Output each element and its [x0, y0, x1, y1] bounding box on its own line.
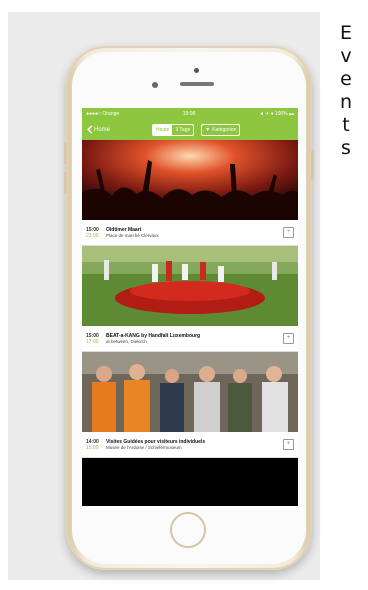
- earpiece-speaker: [180, 82, 214, 86]
- events-letter: e: [340, 68, 352, 90]
- events-letter: t: [342, 114, 350, 136]
- events-letter: s: [341, 137, 351, 159]
- add-to-calendar-icon[interactable]: +: [283, 227, 294, 238]
- event-end-time: 15:00: [86, 444, 99, 451]
- event-texts: Oldtimer Maart Place de marché Clervaux: [106, 227, 283, 239]
- event-row-1[interactable]: 15:00 23:00 Oldtimer Maart Place de marc…: [82, 220, 298, 246]
- volume-down-button: [64, 172, 67, 194]
- concert-crowd-image[interactable]: [82, 140, 298, 220]
- event-row-3[interactable]: 14:00 15:00 Visites Guidées pour visiteu…: [82, 432, 298, 458]
- event-times: 15:00 23:00: [86, 227, 106, 239]
- back-label: Home: [94, 126, 111, 133]
- phone-screen: ●●●●○ Orange 19:08 ◄ ✈ ♦ 100% ▬ Home Heu…: [82, 108, 298, 506]
- battery-text: ◄ ✈ ♦ 100% ▬: [258, 110, 294, 117]
- event-end-time: 23:00: [86, 232, 99, 239]
- volume-up-button: [64, 142, 67, 164]
- add-to-calendar-icon[interactable]: +: [283, 333, 294, 344]
- filter-button[interactable]: ▼ Kategorien: [201, 123, 241, 136]
- event-list: 15:00 23:00 Oldtimer Maart Place de marc…: [82, 140, 298, 458]
- status-time: 19:08: [182, 110, 196, 117]
- events-vertical-label: Events: [337, 22, 355, 160]
- carrier-text: ●●●●○ Orange: [86, 110, 120, 117]
- status-bar: ●●●●○ Orange 19:08 ◄ ✈ ♦ 100% ▬: [82, 108, 298, 119]
- segment-3days[interactable]: 3 Tage: [172, 125, 193, 135]
- chevron-left-icon: [87, 125, 93, 134]
- filter-icon: ▼: [205, 126, 211, 133]
- add-to-calendar-icon[interactable]: +: [283, 439, 294, 450]
- event-times: 14:00 15:00: [86, 439, 106, 451]
- power-button: [311, 150, 314, 180]
- event-place: at between, Diekirch: [106, 338, 147, 344]
- event-end-time: 17:00: [86, 338, 99, 345]
- events-letter: n: [339, 91, 353, 113]
- outdoor-performance-image[interactable]: [82, 246, 298, 326]
- segment-today[interactable]: Heute: [153, 124, 173, 135]
- event-texts: BEAT-a-KANG by Handfalt Luxembourg at be…: [106, 333, 283, 345]
- back-button[interactable]: Home: [86, 125, 148, 134]
- events-letter: E: [339, 22, 352, 44]
- nav-bar: Home Heute 3 Tage ▼ Kategorien: [82, 119, 298, 140]
- event-row-2[interactable]: 15:00 17:00 BEAT-a-KANG by Handfalt Luxe…: [82, 326, 298, 352]
- tour-group-image[interactable]: [82, 352, 298, 432]
- event-place: Place de marché Clervaux: [106, 232, 159, 238]
- event-place: Musée de l'Ardoise / Schiefermuseum: [106, 444, 182, 450]
- event-times: 15:00 17:00: [86, 333, 106, 345]
- day-segmented-control: Heute 3 Tage: [152, 123, 195, 136]
- events-letter: v: [340, 45, 352, 67]
- home-button[interactable]: [170, 512, 206, 548]
- top-sensor-dot: [194, 68, 199, 73]
- front-camera: [152, 82, 158, 88]
- filter-label: Kategorien: [212, 126, 237, 133]
- event-texts: Visites Guidées pour visiteurs individue…: [106, 439, 283, 451]
